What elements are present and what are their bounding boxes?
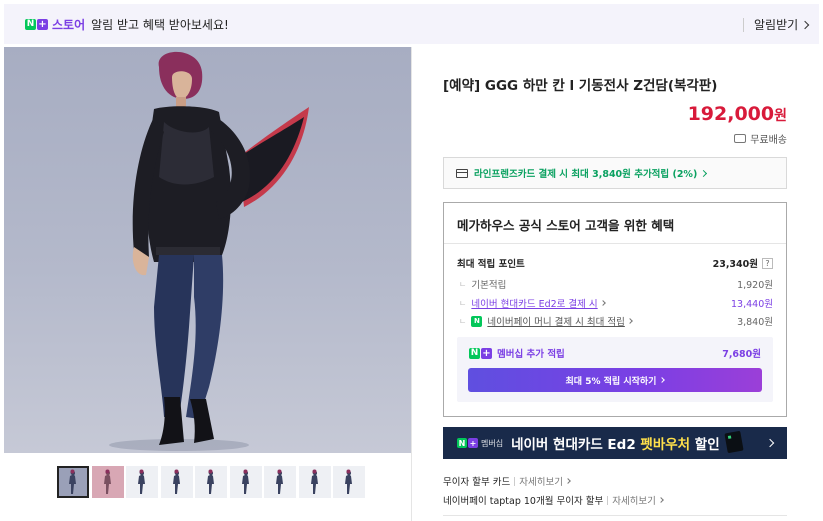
benefit-row-label: 기본적립 [457, 277, 506, 291]
card-promo-link[interactable]: 라인프렌즈카드 결제 시 최대 3,840원 추가적립 (2%) [443, 157, 787, 189]
thumbnail-figure [103, 469, 111, 494]
gallery-thumbnail[interactable] [229, 466, 262, 498]
naver-plus-store-logo: N + [25, 18, 48, 30]
naver-plus-icon: N + [457, 438, 478, 448]
max-points-row: 최대 적립 포인트 23,340원 ? [457, 256, 773, 270]
chevron-right-icon [658, 497, 664, 503]
details-link[interactable]: 자세히보기 [612, 493, 656, 507]
gallery-thumbnail[interactable] [333, 466, 365, 498]
info-label: 무이자 할부 카드 [443, 477, 511, 488]
hyundai-card-link[interactable]: 네이버 현대카드 Ed2로 결제 시 [457, 296, 606, 310]
shipping-info: 무료배송 [734, 131, 787, 146]
installment-info-row: 무이자 할부 카드 자세히보기 [443, 474, 571, 488]
thumbnail-figure [276, 469, 283, 494]
max-points-value: 23,340원 [712, 259, 758, 270]
chevron-right-icon [700, 169, 708, 177]
help-icon[interactable]: ? [762, 257, 773, 269]
gallery-thumbnail[interactable] [160, 466, 193, 498]
naver-n-icon: N [25, 18, 36, 30]
chevron-right-icon [627, 318, 633, 324]
subscribe-alerts-button[interactable]: 알림받기 [754, 16, 810, 33]
info-divider [514, 476, 516, 486]
plus-icon: + [468, 438, 478, 448]
benefit-row: 네이버 현대카드 Ed2로 결제 시 13,440원 [457, 296, 773, 310]
naverpay-icon: N [471, 315, 483, 327]
thumbnail-figure [345, 469, 352, 494]
membership-header: N + 멤버십 추가 적립 [469, 346, 565, 360]
membership-label: 멤버십 추가 적립 [497, 349, 565, 360]
ad-text-suffix: 할인 [690, 437, 720, 453]
section-divider [443, 515, 787, 516]
max-points-label: 최대 적립 포인트 [457, 259, 525, 270]
gallery-thumbnail[interactable] [298, 466, 331, 498]
thumbnail-figure [241, 469, 249, 494]
details-link[interactable]: 자세히보기 [519, 474, 563, 488]
ad-text-highlight: 펫바우처 [640, 437, 691, 453]
figure-illustration [109, 51, 309, 451]
product-price: 192,000 원 [688, 103, 787, 125]
price-value: 192,000 [687, 103, 775, 125]
notification-banner: N + 스토어 알림 받고 혜택 받아보세요! 알림받기 [4, 4, 819, 44]
thumbnail-figure [69, 469, 76, 494]
start-membership-label: 최대 5% 적립 시작하기 [565, 376, 657, 387]
store-label: 스토어 [52, 17, 86, 32]
naverpay-money-link[interactable]: N 네이버페이 머니 결제 시 최대 적립 [457, 314, 633, 328]
info-label: 네이버페이 taptap 10개월 무이자 할부 [443, 496, 604, 507]
membership-tag: 멤버십 [481, 438, 504, 448]
benefit-row: N 네이버페이 머니 결제 시 최대 적립 3,840원 [457, 314, 773, 328]
gallery-thumbnail[interactable] [57, 466, 89, 498]
card-ad-banner[interactable]: N + 멤버십 네이버 현대카드 Ed2 펫바우처 할인 [443, 427, 787, 459]
ad-text: 네이버 현대카드 Ed2 펫바우처 할인 [511, 433, 720, 453]
card-promo-text: 라인프렌즈카드 결제 시 최대 3,840원 추가적립 (2%) [474, 169, 698, 180]
installment-info-row: 네이버페이 taptap 10개월 무이자 할부 자세히보기 [443, 493, 664, 507]
ad-text-prefix: 네이버 현대카드 Ed2 [511, 437, 641, 453]
chevron-right-icon [765, 438, 775, 448]
chevron-right-icon [659, 377, 666, 383]
benefit-row-label: 네이버페이 머니 결제 시 최대 적립 [487, 317, 625, 328]
gallery-thumbnail[interactable] [195, 466, 227, 498]
chevron-right-icon [565, 478, 571, 484]
benefits-divider [444, 243, 786, 244]
banner-message: 알림 받고 혜택 받아보세요! [91, 17, 229, 32]
shipping-label: 무료배송 [750, 135, 787, 146]
thumbnail-figure [207, 469, 214, 494]
thumbnail-figure [138, 469, 145, 494]
benefit-row-value: 1,920원 [737, 280, 773, 291]
thumbnail-strip [57, 466, 368, 498]
product-main-image[interactable] [4, 47, 411, 453]
credit-card-icon [456, 168, 468, 178]
benefit-row-value: 3,840원 [737, 317, 773, 328]
chevron-right-icon [599, 300, 606, 306]
max-points-value-wrap: 23,340원 ? [713, 256, 773, 270]
membership-box: N + 멤버십 추가 적립 7,680원 최대 5% 적립 시작하기 [457, 337, 773, 402]
gallery-thumbnail[interactable] [126, 466, 158, 498]
chevron-right-icon [800, 20, 810, 29]
truck-icon [734, 134, 747, 143]
gallery-thumbnail[interactable] [264, 466, 296, 498]
gallery-thumbnail[interactable] [91, 466, 124, 498]
product-title: [예약] GGG 하만 칸 l 기동전사 Z건담(복각판) [443, 78, 718, 94]
thumbnail-figure [172, 469, 180, 494]
benefit-row-value: 13,440원 [731, 299, 773, 310]
membership-value: 7,680원 [722, 349, 761, 360]
thumbnail-figure [310, 469, 318, 494]
benefit-row: 기본적립 1,920원 [457, 277, 773, 291]
benefit-row-label: 네이버 현대카드 Ed2로 결제 시 [471, 299, 598, 310]
info-divider [607, 495, 609, 505]
naver-n-icon: N [457, 438, 467, 448]
subscribe-alerts-label: 알림받기 [754, 18, 799, 32]
benefits-panel: 메가하우스 공식 스토어 고객을 위한 혜택 최대 적립 포인트 23,340원… [443, 202, 787, 417]
banner-divider [743, 18, 744, 32]
price-currency: 원 [774, 108, 787, 124]
plus-icon: + [37, 18, 48, 30]
benefits-title: 메가하우스 공식 스토어 고객을 위한 혜택 [457, 218, 675, 233]
panel-divider [411, 47, 412, 521]
card-icon [724, 430, 744, 454]
start-membership-button[interactable]: 최대 5% 적립 시작하기 [468, 368, 762, 392]
naver-n-icon: N [469, 347, 480, 359]
plus-icon: + [481, 347, 492, 359]
